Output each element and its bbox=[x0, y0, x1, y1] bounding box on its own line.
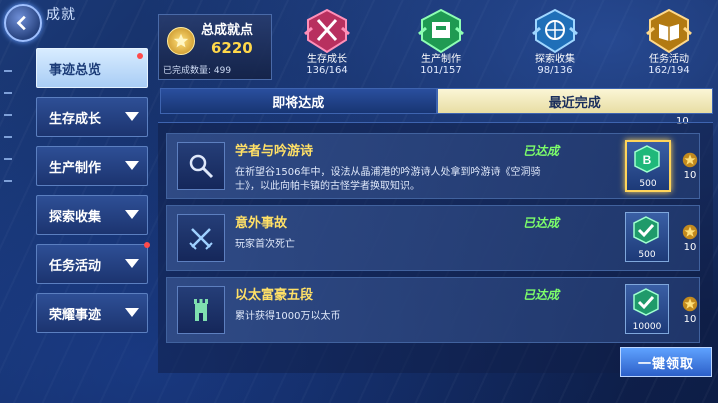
sidebar-item-label: 生产制作 bbox=[49, 160, 102, 176]
achievement-name: 学者与吟游诗 bbox=[235, 144, 314, 159]
sidebar-item-crafting[interactable]: 生产制作 bbox=[36, 146, 148, 186]
sidebar-item-label: 生存成长 bbox=[49, 111, 102, 127]
book-badge-icon bbox=[644, 8, 694, 54]
check-token-icon bbox=[633, 288, 659, 316]
crossed-swords-badge-icon bbox=[302, 8, 352, 54]
reward-slot[interactable]: B 500 bbox=[625, 140, 671, 192]
tab-upcoming[interactable]: 即将达成 bbox=[160, 88, 437, 114]
points-reward: 10 bbox=[677, 152, 703, 181]
star-icon bbox=[682, 224, 698, 240]
reward-slot[interactable]: 500 bbox=[625, 212, 669, 262]
category-survival[interactable]: 生存成长 136/164 bbox=[282, 8, 372, 76]
notification-dot bbox=[144, 242, 150, 248]
sidebar-item-label: 事迹总览 bbox=[49, 62, 102, 78]
chevron-down-icon bbox=[125, 112, 139, 121]
sidebar-item-overview[interactable]: 事迹总览 bbox=[36, 48, 148, 88]
category-count: 162/194 bbox=[648, 65, 690, 76]
check-token-icon bbox=[633, 216, 659, 244]
sidebar: 事迹总览 生存成长 生产制作 探索收集 任务活动 荣耀事迹 bbox=[36, 48, 150, 342]
sidebar-item-label: 任务活动 bbox=[49, 258, 102, 274]
sidebar-item-label: 探索收集 bbox=[49, 209, 102, 225]
page-title: 成就 bbox=[46, 7, 76, 23]
total-points-panel: 总成就点 6220 已完成数量: 499 bbox=[158, 14, 272, 80]
points-value: 10 bbox=[683, 314, 697, 325]
list-item[interactable]: 学者与吟游诗 已达成 在祈望谷1506年中，设法从晶浦港的吟游诗人处拿到吟游诗《… bbox=[166, 133, 700, 199]
points-reward: 10 bbox=[677, 224, 703, 253]
magnifier-icon bbox=[177, 142, 225, 190]
sidebar-item-survival[interactable]: 生存成长 bbox=[36, 97, 148, 137]
list-item[interactable]: 意外事故 已达成 玩家首次死亡 500 10 bbox=[166, 205, 700, 271]
total-points-label: 总成就点 bbox=[201, 23, 254, 38]
reward-slot[interactable]: 10000 bbox=[625, 284, 669, 334]
star-icon bbox=[682, 296, 698, 312]
category-count: 101/157 bbox=[420, 65, 462, 76]
list-item[interactable]: 以太富豪五段 已达成 累计获得1000万以太币 10000 10 bbox=[166, 277, 700, 343]
globe-badge-icon bbox=[530, 8, 580, 54]
crafting-badge-icon bbox=[416, 8, 466, 54]
tab-recent[interactable]: 最近完成 bbox=[436, 88, 713, 114]
completed-count: 已完成数量: 499 bbox=[163, 66, 232, 76]
back-button[interactable] bbox=[4, 4, 42, 42]
tab-bar: 即将达成 最近完成 bbox=[160, 88, 713, 114]
chevron-down-icon bbox=[125, 210, 139, 219]
category-quests[interactable]: 任务活动 162/194 bbox=[624, 8, 714, 76]
achievement-description: 玩家首次死亡 bbox=[235, 239, 295, 250]
notification-dot bbox=[137, 53, 143, 59]
achievement-description: 在祈望谷1506年中，设法从晶浦港的吟游诗人处拿到吟游诗《空洞骑士》，以此向帕卡… bbox=[235, 167, 541, 192]
reward-value: 500 bbox=[639, 179, 657, 189]
tower-icon bbox=[177, 286, 225, 334]
category-exploration[interactable]: 探索收集 98/136 bbox=[510, 8, 600, 76]
crossed-swords-icon bbox=[177, 214, 225, 262]
star-icon bbox=[167, 27, 195, 55]
points-reward: 10 bbox=[677, 296, 703, 325]
status-badge: 已达成 bbox=[523, 144, 560, 158]
reward-value: 500 bbox=[638, 250, 656, 260]
achievement-name: 以太富豪五段 bbox=[235, 288, 314, 303]
sidebar-item-label: 荣耀事迹 bbox=[49, 307, 102, 323]
sidebar-item-exploration[interactable]: 探索收集 bbox=[36, 195, 148, 235]
reward-value: 10000 bbox=[632, 322, 662, 332]
chevron-down-icon bbox=[125, 259, 139, 268]
sidebar-item-quests[interactable]: 任务活动 bbox=[36, 242, 150, 284]
achievement-description: 累计获得1000万以太币 bbox=[235, 311, 341, 322]
achievement-name: 意外事故 bbox=[235, 216, 288, 231]
category-count: 136/164 bbox=[306, 65, 348, 76]
status-badge: 已达成 bbox=[523, 216, 560, 230]
svg-text:B: B bbox=[643, 153, 652, 167]
chevron-down-icon bbox=[125, 161, 139, 170]
side-rail-decor bbox=[4, 70, 14, 202]
category-count: 98/136 bbox=[537, 65, 573, 76]
sidebar-item-honor[interactable]: 荣耀事迹 bbox=[36, 293, 148, 333]
back-arrow-icon bbox=[16, 15, 26, 31]
points-value: 10 bbox=[683, 170, 697, 181]
total-points-value: 6220 bbox=[211, 39, 253, 57]
category-crafting[interactable]: 生产制作 101/157 bbox=[396, 8, 486, 76]
b-token-icon: B bbox=[634, 145, 660, 173]
chevron-down-icon bbox=[125, 308, 139, 317]
achievement-list[interactable]: 学者与吟游诗 已达成 在祈望谷1506年中，设法从晶浦港的吟游诗人处拿到吟游诗《… bbox=[158, 122, 713, 373]
points-value: 10 bbox=[683, 242, 697, 253]
claim-all-button[interactable]: 一键领取 bbox=[620, 347, 712, 377]
status-badge: 已达成 bbox=[523, 288, 560, 302]
star-icon bbox=[682, 152, 698, 168]
